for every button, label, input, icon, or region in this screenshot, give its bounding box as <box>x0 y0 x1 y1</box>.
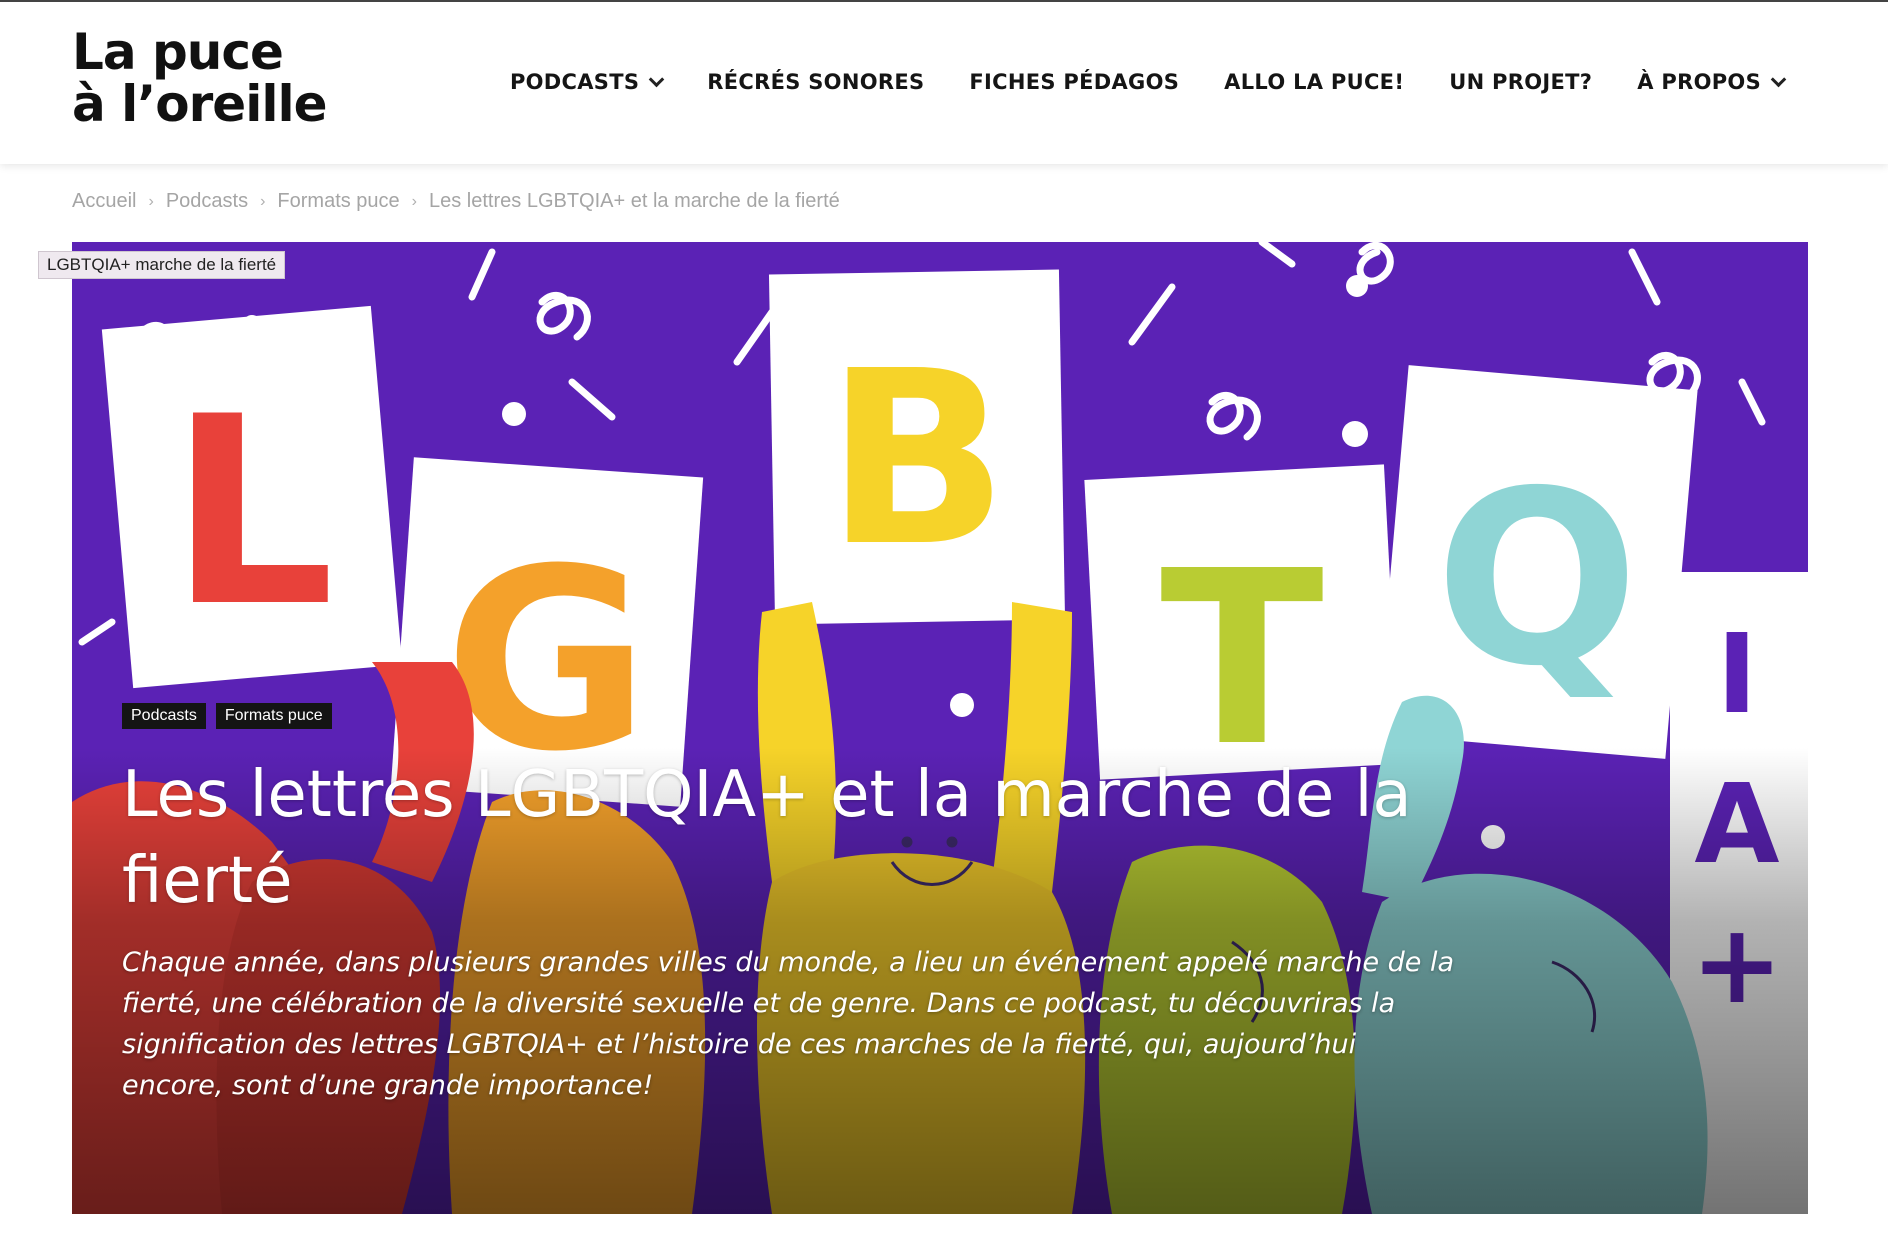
nav-item-a-propos[interactable]: À PROPOS <box>1637 70 1787 94</box>
post-title[interactable]: Les lettres LGBTQIA+ et la marche de la … <box>122 752 1422 924</box>
breadcrumb-separator: › <box>260 192 266 210</box>
nav-item-recres-sonores[interactable]: RÉCRÉS SONORES <box>707 70 924 94</box>
post-excerpt: Chaque année, dans plusieurs grandes vil… <box>122 947 1455 1101</box>
breadcrumb: Accueil › Podcasts › Formats puce › Les … <box>72 190 840 213</box>
nav-item-label: FICHES PÉDAGOS <box>969 70 1180 94</box>
breadcrumb-current-page: Les lettres LGBTQIA+ et la marche de la … <box>429 190 840 212</box>
nav-item-un-projet[interactable]: UN PROJET? <box>1449 70 1592 94</box>
chevron-down-icon <box>648 71 665 87</box>
nav-item-label: PODCASTS <box>509 70 640 94</box>
image-title-tooltip: LGBTQIA+ marche de la fierté <box>38 251 286 279</box>
logo-line-2: à l’oreille <box>72 75 328 133</box>
breadcrumb-separator: › <box>411 192 417 210</box>
category-tag-podcasts[interactable]: Podcasts <box>122 703 206 729</box>
category-tag-formats-puce[interactable]: Formats puce <box>215 703 332 729</box>
breadcrumb-podcasts-link[interactable]: Podcasts <box>166 190 248 213</box>
site-logo[interactable]: La puce à l’oreille <box>72 23 328 133</box>
chevron-down-icon <box>1770 71 1787 87</box>
nav-item-label: À PROPOS <box>1637 70 1761 94</box>
nav-item-label: RÉCRÉS SONORES <box>707 70 925 94</box>
site-header: La puce à l’oreille PODCASTS RÉCRÉS SONO… <box>0 0 1888 164</box>
nav-item-fiches-pedagos[interactable]: FICHES PÉDAGOS <box>969 70 1179 94</box>
breadcrumb-formats-puce-link[interactable]: Formats puce <box>277 190 399 213</box>
nav-item-allo-la-puce[interactable]: ALLO LA PUCE! <box>1224 70 1404 94</box>
hero-featured-post[interactable]: L G B T Q I A + <box>72 242 1808 1214</box>
nav-item-label: UN PROJET? <box>1449 70 1593 94</box>
logo-line-1: La puce <box>72 23 284 81</box>
nav-item-podcasts[interactable]: PODCASTS <box>509 70 665 94</box>
main-nav: PODCASTS RÉCRÉS SONORES FICHES PÉDAGOS A… <box>465 70 1787 94</box>
category-tags: Podcasts Formats puce <box>122 703 332 729</box>
breadcrumb-home-link[interactable]: Accueil <box>72 190 136 213</box>
nav-item-label: ALLO LA PUCE! <box>1224 70 1405 94</box>
breadcrumb-separator: › <box>148 192 154 210</box>
